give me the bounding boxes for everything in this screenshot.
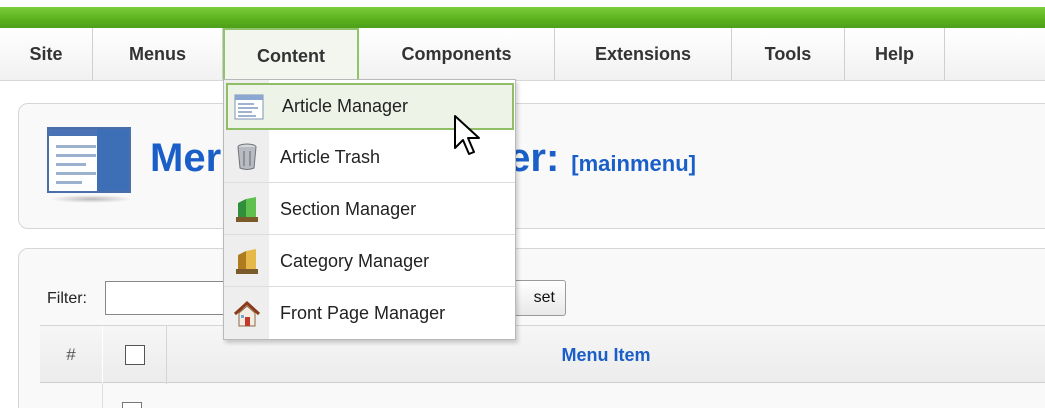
row-checkbox[interactable] <box>122 402 142 408</box>
menu-tools[interactable]: Tools <box>732 28 845 81</box>
main-menubar: Site Menus Content Components Extensions… <box>0 28 1045 83</box>
top-green-bar <box>0 0 1045 28</box>
menu-item-label: Article Trash <box>280 146 381 167</box>
menu-content[interactable]: Content <box>223 28 359 83</box>
menu-item-label: Section Manager <box>280 198 417 219</box>
table-header: # Menu Item <box>40 325 1045 384</box>
menu-site[interactable]: Site <box>0 28 93 81</box>
filter-label: Filter: <box>47 290 87 307</box>
menu-item-category-manager[interactable]: Category Manager <box>224 236 515 287</box>
select-all-checkbox[interactable] <box>124 345 145 365</box>
menu-help[interactable]: Help <box>845 28 945 81</box>
row-divider <box>102 383 103 408</box>
article-manager-icon <box>234 92 264 122</box>
menu-item-front-page-manager[interactable]: Front Page Manager <box>224 288 515 339</box>
menu-menus[interactable]: Menus <box>93 28 223 81</box>
menu-extensions[interactable]: Extensions <box>555 28 732 81</box>
section-manager-icon <box>232 194 262 224</box>
menu-manager-icon <box>47 127 133 203</box>
frontpage-icon <box>232 299 262 329</box>
filter-input[interactable] <box>105 281 230 315</box>
menu-type-label: [mainmenu] <box>571 151 696 176</box>
menu-item-label: Article Manager <box>282 96 409 116</box>
select-all-cell <box>103 326 167 384</box>
mouse-pointer-icon <box>454 115 480 155</box>
menu-item-label: Category Manager <box>280 250 430 271</box>
trash-icon <box>232 142 262 172</box>
menu-item-label: Front Page Manager <box>280 303 446 323</box>
menu-item-section-manager[interactable]: Section Manager <box>224 184 515 235</box>
header-strip <box>0 7 1045 28</box>
page-title-prefix: Mer <box>150 136 222 180</box>
column-number-header: # <box>40 326 103 384</box>
menu-components[interactable]: Components <box>359 28 555 81</box>
category-manager-icon <box>232 246 262 276</box>
